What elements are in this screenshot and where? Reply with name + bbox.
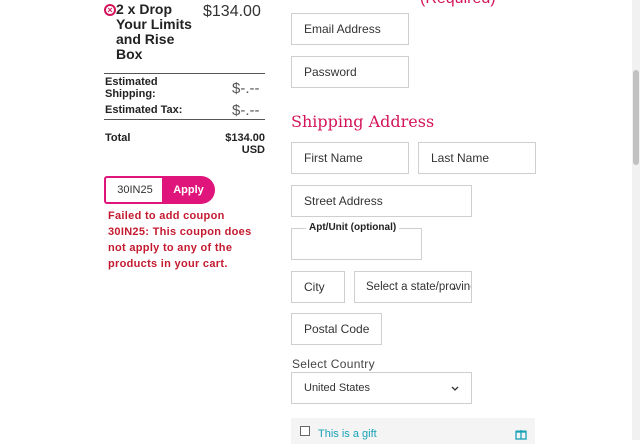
- chevron-down-icon: ⌄: [450, 282, 459, 293]
- apply-coupon-button[interactable]: Apply: [162, 176, 215, 204]
- last-name-placeholder: Last Name: [431, 151, 490, 165]
- postal-code-field[interactable]: Postal Code: [291, 313, 382, 345]
- street-address-field[interactable]: Street Address: [291, 185, 472, 217]
- apt-unit-label: Apt/Unit (optional): [306, 222, 400, 233]
- first-name-placeholder: First Name: [304, 151, 363, 165]
- shipping-value: $-.--: [232, 80, 260, 97]
- first-name-field[interactable]: First Name: [291, 142, 409, 174]
- country-select[interactable]: United States: [291, 372, 472, 404]
- shipping-address-heading: Shipping Address: [291, 112, 435, 131]
- country-value: United States: [304, 382, 371, 394]
- city-placeholder: City: [304, 280, 325, 294]
- postal-code-placeholder: Postal Code: [304, 322, 370, 336]
- gift-icon: [515, 430, 527, 440]
- city-field[interactable]: City: [291, 271, 345, 303]
- gift-label: This is a gift: [318, 428, 377, 440]
- gift-option[interactable]: This is a gift: [291, 418, 535, 444]
- total-amount: $134.00: [225, 132, 265, 144]
- item-price: $134.00: [203, 3, 261, 20]
- tax-label: Estimated Tax:: [105, 104, 183, 116]
- remove-item-icon[interactable]: ×: [104, 4, 116, 16]
- divider: [104, 119, 265, 120]
- coupon-input[interactable]: [104, 176, 164, 204]
- password-field[interactable]: Password: [291, 56, 409, 88]
- total-value: $134.00 USD: [225, 132, 265, 156]
- scrollbar-thumb[interactable]: [633, 70, 639, 165]
- country-label: Select Country: [292, 357, 375, 371]
- tax-value: $-.--: [232, 102, 260, 119]
- divider: [104, 73, 265, 74]
- last-name-field[interactable]: Last Name: [418, 142, 536, 174]
- email-placeholder: Email Address: [304, 22, 381, 36]
- email-field[interactable]: Email Address: [291, 13, 409, 45]
- total-currency: USD: [241, 144, 265, 156]
- street-address-placeholder: Street Address: [304, 194, 383, 208]
- shipping-label: Estimated Shipping:: [105, 76, 158, 100]
- scrollbar-track[interactable]: [632, 0, 640, 440]
- coupon-error-message: Failed to add coupon 30IN25: This coupon…: [108, 210, 252, 270]
- item-name: 2 x Drop Your Limits and Rise Box: [116, 1, 192, 62]
- section-heading-fragment: (Required): [420, 0, 496, 8]
- total-label: Total: [105, 132, 131, 144]
- state-select[interactable]: Select a state/province ⌄: [354, 271, 472, 303]
- gift-checkbox[interactable]: [300, 426, 310, 436]
- chevron-down-icon: [451, 386, 459, 391]
- password-placeholder: Password: [304, 65, 357, 79]
